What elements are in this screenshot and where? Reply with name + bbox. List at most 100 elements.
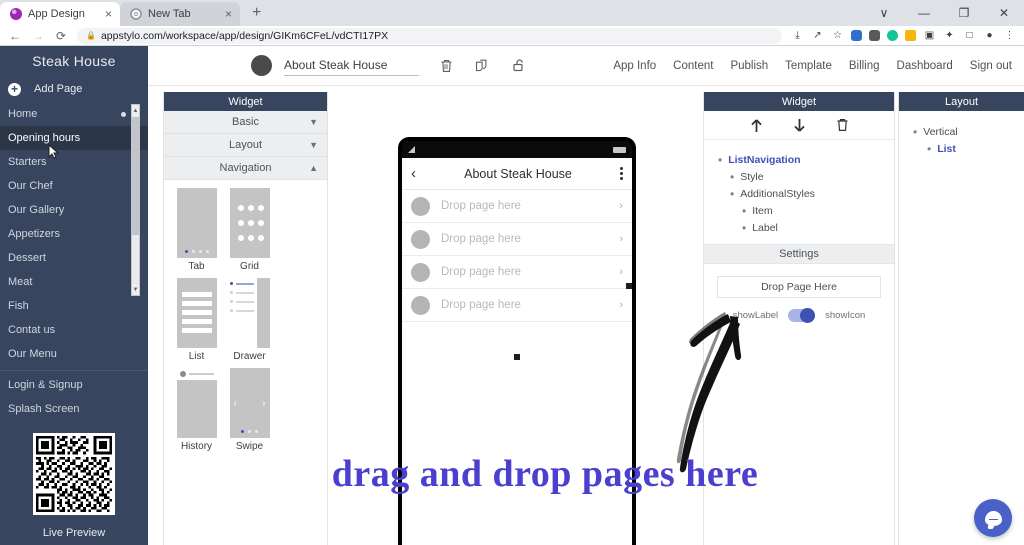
drop-page-here-target[interactable]: Drop Page Here xyxy=(717,276,881,298)
sidebar-item-contat-us[interactable]: Contat us xyxy=(0,318,148,342)
tree-node-style[interactable]: • Style xyxy=(704,168,894,185)
move-down-icon[interactable] xyxy=(791,117,807,133)
sidebar-item-dessert[interactable]: Dessert xyxy=(0,246,148,270)
chevron-down-icon: ▼ xyxy=(309,117,318,127)
grammarly-extension-icon[interactable] xyxy=(887,30,898,41)
sidebar-item-our-menu[interactable]: Our Menu xyxy=(0,342,148,366)
sidepanel-icon[interactable]: □ xyxy=(963,29,976,42)
tab-close-icon[interactable]: × xyxy=(225,8,232,20)
sidebar-item-label: Starters xyxy=(8,156,47,168)
install-icon[interactable]: ⤓ xyxy=(791,29,804,42)
share-icon[interactable]: ↗ xyxy=(811,29,824,42)
chrome-menu-icon[interactable]: ⋮ xyxy=(1003,29,1016,42)
window-expand-icon[interactable]: ∨ xyxy=(864,0,904,26)
address-bar[interactable]: 🔒 appstylo.com/workspace/app/design/GIKm… xyxy=(77,27,782,44)
sidebar-item-appetizers[interactable]: Appetizers xyxy=(0,222,148,246)
new-tab-button[interactable]: + xyxy=(246,4,267,22)
swipe-arrows-icon: ‹ › xyxy=(233,398,266,409)
tab-close-icon[interactable]: × xyxy=(105,8,112,20)
honey-extension-icon[interactable] xyxy=(905,30,916,41)
nav-publish[interactable]: Publish xyxy=(730,60,768,72)
sidebar-item-fish[interactable]: Fish xyxy=(0,294,148,318)
back-icon[interactable]: ← xyxy=(8,29,22,43)
sidebar-item-label: Opening hours xyxy=(8,132,81,144)
sidebar-item-our-gallery[interactable]: Our Gallery xyxy=(0,198,148,222)
list-widget-thumb-icon xyxy=(176,278,217,348)
show-icon-toggle[interactable] xyxy=(788,308,816,323)
widget-item-grid[interactable]: Grid xyxy=(224,188,275,272)
tab-title: App Design xyxy=(28,8,85,20)
drop-page-row[interactable]: Drop page here › xyxy=(402,190,632,223)
reload-icon[interactable]: ⟳ xyxy=(54,29,68,43)
drop-page-row[interactable]: Drop page here › xyxy=(402,223,632,256)
live-preview-button[interactable]: Live Preview xyxy=(0,527,148,539)
drop-page-row[interactable]: Drop page here › xyxy=(402,289,632,322)
resize-handle-bottom[interactable] xyxy=(514,354,520,360)
move-up-icon[interactable] xyxy=(748,117,764,133)
widget-panel-title: Widget xyxy=(164,92,327,111)
window-maximize-icon[interactable]: ❐ xyxy=(944,0,984,26)
row-avatar-icon xyxy=(411,196,430,216)
page-avatar[interactable] xyxy=(251,55,272,76)
tree-node-label-node[interactable]: • Label xyxy=(704,219,894,236)
profile-avatar-icon[interactable]: ● xyxy=(983,29,996,42)
sidebar-item-starters[interactable]: Starters xyxy=(0,150,148,174)
layout-node-vertical[interactable]: • Vertical xyxy=(899,123,1024,140)
accordion-basic[interactable]: Basic ▼ xyxy=(164,111,327,134)
delete-icon[interactable] xyxy=(834,117,850,133)
widget-item-drawer[interactable]: Drawer xyxy=(224,278,275,362)
nav-app-info[interactable]: App Info xyxy=(613,60,656,72)
nav-billing[interactable]: Billing xyxy=(849,60,880,72)
scroll-up-icon[interactable]: ▲ xyxy=(132,105,139,116)
sidebar-item-our-chef[interactable]: Our Chef xyxy=(0,174,148,198)
browser-tab-new-tab[interactable]: New Tab × xyxy=(120,2,240,26)
drop-page-row[interactable]: Drop page here › xyxy=(402,256,632,289)
shield-dark-extension-icon[interactable] xyxy=(869,30,880,41)
resize-handle-right[interactable] xyxy=(626,283,632,289)
accordion-layout[interactable]: Layout ▼ xyxy=(164,134,327,157)
accordion-navigation[interactable]: Navigation ▲ xyxy=(164,157,327,180)
nav-dashboard[interactable]: Dashboard xyxy=(897,60,953,72)
add-page-button[interactable]: + Add Page xyxy=(0,76,148,102)
sidebar-item-label: Meat xyxy=(8,276,33,288)
sidebar-item-meat[interactable]: Meat xyxy=(0,270,148,294)
sidebar-item-opening-hours[interactable]: Opening hours xyxy=(0,126,148,150)
duplicate-icon[interactable] xyxy=(475,58,490,74)
sidebar-item-login-signup[interactable]: Login & Signup xyxy=(0,373,148,397)
widget-item-list[interactable]: List xyxy=(171,278,222,362)
nav-sign-out[interactable]: Sign out xyxy=(970,60,1012,72)
sidebar-item-splash-screen[interactable]: Splash Screen xyxy=(0,397,148,421)
drawer-widget-thumb-icon xyxy=(229,278,270,348)
tree-node-item[interactable]: • Item xyxy=(704,202,894,219)
unlock-icon[interactable] xyxy=(511,58,526,74)
sidebar-item-label: Dessert xyxy=(8,252,46,264)
widget-item-swipe[interactable]: ‹ › Swipe xyxy=(224,368,275,452)
chat-bubble-button[interactable] xyxy=(974,499,1012,537)
widget-item-history[interactable]: History xyxy=(171,368,222,452)
chat-icon xyxy=(984,510,1002,526)
shield-extension-icon[interactable] xyxy=(851,30,862,41)
layout-node-list[interactable]: • List xyxy=(899,140,1024,157)
screenshot-extension-icon[interactable]: ▣ xyxy=(923,29,936,42)
widget-item-tab[interactable]: Tab xyxy=(171,188,222,272)
tab-dots-icon xyxy=(177,250,217,253)
tree-node-listnavigation[interactable]: • ListNavigation xyxy=(704,151,894,168)
browser-tab-app-design[interactable]: App Design × xyxy=(0,2,120,26)
nav-content[interactable]: Content xyxy=(673,60,713,72)
nav-template[interactable]: Template xyxy=(785,60,832,72)
tree-node-label: Label xyxy=(752,221,778,234)
widget-tree: • ListNavigation • Style • AdditionalSty… xyxy=(704,140,894,244)
window-minimize-icon[interactable]: — xyxy=(904,0,944,26)
page-name-input[interactable] xyxy=(284,55,419,76)
sidebar-item-home[interactable]: Home xyxy=(0,102,148,126)
bookmark-star-icon[interactable]: ☆ xyxy=(831,29,844,42)
overflow-menu-icon[interactable] xyxy=(620,167,623,180)
scrollbar-thumb[interactable] xyxy=(132,117,139,235)
window-close-icon[interactable]: ✕ xyxy=(984,0,1024,26)
puzzle-extensions-icon[interactable]: ✦ xyxy=(943,29,956,42)
scroll-down-icon[interactable]: ▼ xyxy=(132,284,139,295)
forward-icon[interactable]: → xyxy=(31,29,45,43)
tree-node-additionalstyles[interactable]: • AdditionalStyles xyxy=(704,185,894,202)
delete-icon[interactable] xyxy=(439,58,454,74)
sidebar-scrollbar[interactable]: ▲ ▼ xyxy=(131,104,140,296)
